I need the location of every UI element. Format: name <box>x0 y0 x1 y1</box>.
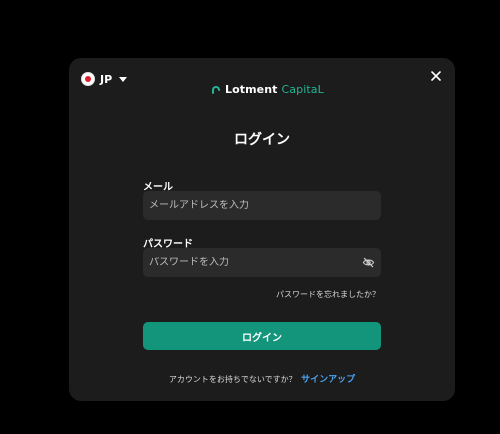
eye-off-icon[interactable] <box>362 256 375 269</box>
forgot-password-link[interactable]: パスワードを忘れましたか？ <box>276 289 380 300</box>
password-field-container[interactable] <box>143 248 381 277</box>
brand-name: Lotment CapitaL <box>225 83 324 96</box>
logo-mark-icon <box>212 85 220 94</box>
signup-row: アカウントをお持ちでないですか？ サインアップ <box>69 372 455 385</box>
brand-logo: Lotment CapitaL <box>211 83 324 96</box>
email-field[interactable] <box>149 200 375 211</box>
language-selector[interactable]: JP <box>81 72 128 86</box>
email-field-container[interactable] <box>143 191 381 220</box>
signup-prompt: アカウントをお持ちでないですか？ <box>168 375 297 384</box>
signup-link[interactable]: サインアップ <box>301 375 355 385</box>
login-button[interactable]: ログイン <box>143 322 381 350</box>
close-icon[interactable] <box>429 69 443 83</box>
japan-flag-icon <box>81 72 95 86</box>
page-title: ログイン <box>234 132 290 148</box>
brand-name-accent: CapitaL <box>281 83 324 96</box>
login-modal: JP Lotment CapitaL ログイン メール パスワード パスワードを… <box>69 58 455 401</box>
brand-name-main: Lotment <box>225 83 278 96</box>
chevron-down-icon <box>119 76 128 82</box>
language-code: JP <box>100 72 113 86</box>
password-field[interactable] <box>149 257 362 268</box>
